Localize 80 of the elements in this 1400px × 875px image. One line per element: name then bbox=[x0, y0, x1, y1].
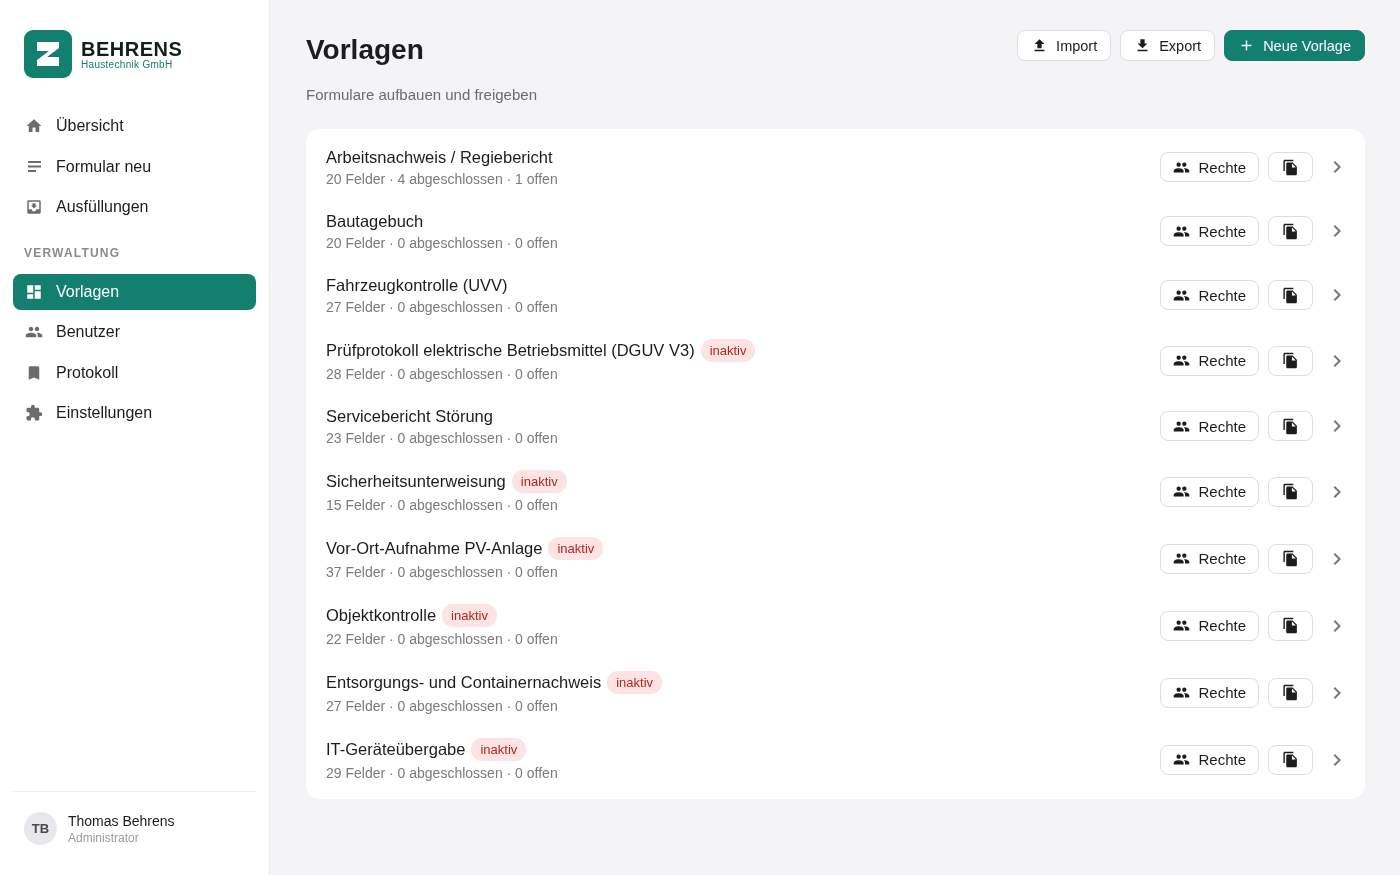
avatar: TB bbox=[24, 812, 57, 845]
rights-button[interactable]: Rechte bbox=[1160, 543, 1259, 574]
copy-button[interactable] bbox=[1268, 411, 1313, 441]
nav-item[interactable]: Benutzer bbox=[13, 314, 256, 350]
status-badge: inaktiv bbox=[700, 339, 756, 362]
copy-icon bbox=[1282, 222, 1299, 240]
copy-icon bbox=[1282, 751, 1299, 768]
template-meta: 20 Felder · 0 abgeschlossen · 0 offen bbox=[326, 234, 559, 251]
copy-button[interactable] bbox=[1268, 476, 1313, 507]
copy-button[interactable] bbox=[1268, 543, 1313, 574]
template-meta: 29 Felder · 0 abgeschlossen · 0 offen bbox=[326, 765, 559, 781]
template-title: Prüfprotokoll elektrische Betriebsmittel (DGUV V3) bbox=[326, 341, 695, 360]
copy-icon bbox=[1282, 550, 1299, 567]
rights-button[interactable]: Rechte bbox=[1160, 280, 1259, 310]
copy-button[interactable] bbox=[1268, 677, 1313, 708]
user-name: Thomas Behrens bbox=[68, 812, 175, 829]
status-badge: inaktiv bbox=[548, 537, 604, 560]
template-title: Objektkontrolle bbox=[326, 606, 437, 625]
nav-item[interactable]: Vorlagen bbox=[13, 273, 256, 310]
copy-icon bbox=[1282, 158, 1299, 176]
new-template-button[interactable]: Neue Vorlage bbox=[1224, 30, 1365, 61]
home-icon bbox=[25, 117, 43, 135]
inbox-icon bbox=[25, 198, 43, 216]
rights-button[interactable]: Rechte bbox=[1160, 476, 1259, 507]
template-meta: 28 Felder · 0 abgeschlossen · 0 offen bbox=[326, 366, 559, 382]
copy-icon bbox=[1282, 286, 1299, 304]
brand-name: BEHRENS bbox=[81, 38, 183, 59]
copy-button[interactable] bbox=[1268, 610, 1313, 641]
template-meta: 27 Felder · 0 abgeschlossen · 0 offen bbox=[326, 698, 559, 714]
logo-icon bbox=[24, 30, 72, 78]
copy-icon bbox=[1282, 684, 1299, 701]
template-title: Bautagebuch bbox=[326, 211, 424, 231]
status-badge: inaktiv bbox=[471, 738, 527, 761]
copy-icon bbox=[1282, 352, 1299, 369]
brand-subtitle: Haustechnik GmbH bbox=[81, 58, 174, 70]
copy-button[interactable] bbox=[1268, 280, 1313, 310]
rights-button[interactable]: Rechte bbox=[1160, 345, 1259, 376]
template-meta: 15 Felder · 0 abgeschlossen · 0 offen bbox=[326, 497, 559, 513]
rights-button[interactable]: Rechte bbox=[1160, 411, 1259, 441]
copy-button[interactable] bbox=[1268, 152, 1313, 182]
export-button[interactable]: Export bbox=[1120, 30, 1216, 61]
nav-item[interactable]: Übersicht bbox=[13, 108, 256, 144]
template-title: Fahrzeugkontrolle (UVV) bbox=[326, 275, 508, 295]
rights-button[interactable]: Rechte bbox=[1160, 610, 1259, 641]
status-badge: inaktiv bbox=[607, 671, 663, 694]
section-label: VERWALTUNG bbox=[23, 244, 122, 262]
nav-item[interactable]: Einstellungen bbox=[13, 395, 256, 431]
status-badge: inaktiv bbox=[442, 604, 497, 627]
rights-button[interactable]: Rechte bbox=[1160, 677, 1259, 708]
template-title: Entsorgungs- und Containernachweis bbox=[326, 673, 602, 692]
nav-item[interactable]: Protokoll bbox=[13, 354, 256, 391]
nav-item[interactable]: Ausfüllungen bbox=[13, 189, 256, 225]
copy-button[interactable] bbox=[1268, 744, 1313, 775]
rights-button[interactable]: Rechte bbox=[1160, 216, 1259, 246]
import-button[interactable]: Import bbox=[1017, 30, 1112, 61]
rights-button[interactable]: Rechte bbox=[1160, 744, 1259, 775]
copy-button[interactable] bbox=[1268, 216, 1313, 246]
page-title: Vorlagen bbox=[306, 34, 425, 66]
template-title: Vor-Ort-Aufnahme PV-Anlage bbox=[326, 539, 543, 558]
copy-icon bbox=[1282, 617, 1299, 634]
copy-icon bbox=[1282, 417, 1299, 435]
user-role: Administrator bbox=[68, 830, 140, 845]
template-title: IT-Geräteübergabe bbox=[326, 740, 466, 759]
copy-button[interactable] bbox=[1268, 345, 1313, 376]
template-meta: 23 Felder · 0 abgeschlossen · 0 offen bbox=[326, 429, 559, 446]
template-meta: 22 Felder · 0 abgeschlossen · 0 offen bbox=[326, 631, 559, 647]
nav-item[interactable]: Formular neu bbox=[13, 148, 256, 185]
template-meta: 20 Felder · 4 abgeschlossen · 1 offen bbox=[326, 170, 559, 187]
template-title: Arbeitsnachweis / Regiebericht bbox=[326, 147, 553, 167]
template-meta: 27 Felder · 0 abgeschlossen · 0 offen bbox=[326, 298, 559, 315]
copy-icon bbox=[1282, 483, 1299, 500]
template-title: Sicherheitsunterweisung bbox=[326, 472, 506, 491]
template-meta: 37 Felder · 0 abgeschlossen · 0 offen bbox=[326, 564, 559, 580]
template-title: Servicebericht Störung bbox=[326, 406, 493, 426]
status-badge: inaktiv bbox=[511, 470, 567, 493]
lines-icon bbox=[27, 161, 41, 172]
layout-icon bbox=[25, 282, 43, 301]
rights-button[interactable]: Rechte bbox=[1160, 152, 1259, 182]
puzzle-icon bbox=[25, 404, 43, 422]
page-subtitle: Formulare aufbauen und freigeben bbox=[306, 86, 537, 103]
